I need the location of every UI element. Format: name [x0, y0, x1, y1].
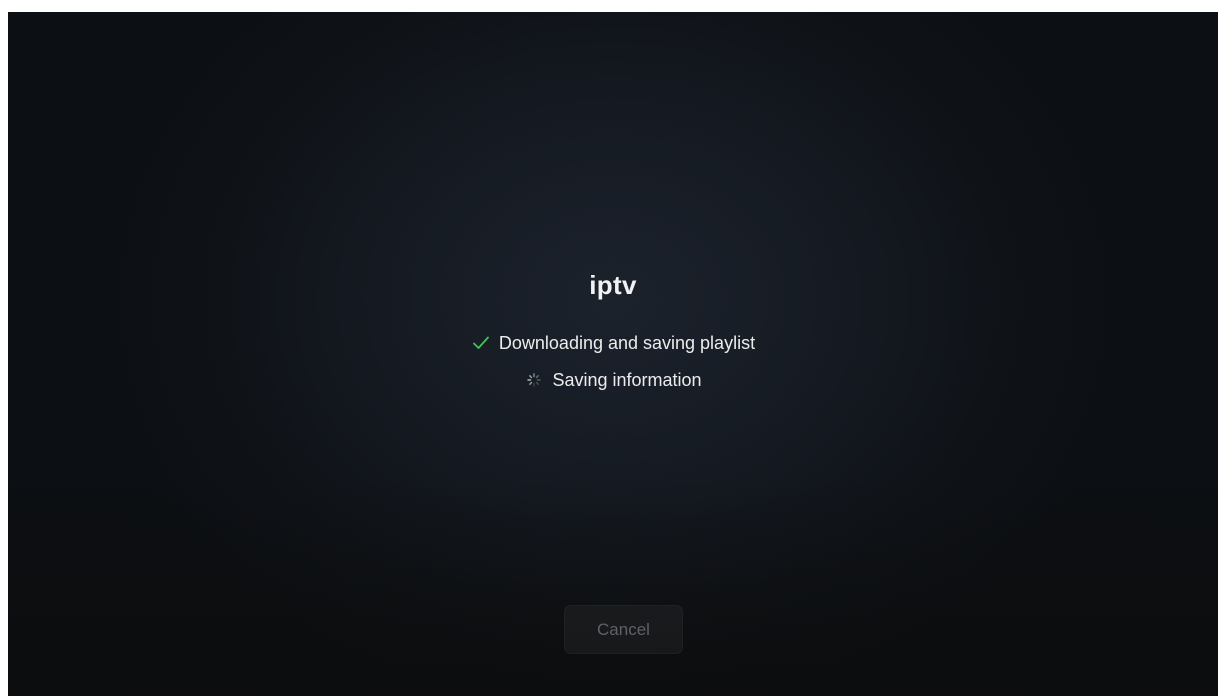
loading-screen: iptv Downloading and saving playlist Sav…	[8, 12, 1218, 696]
check-icon	[471, 333, 491, 353]
step-saving-information: Saving information	[524, 367, 702, 393]
cancel-button[interactable]: Cancel	[564, 605, 683, 654]
step-label: Downloading and saving playlist	[498, 332, 756, 353]
progress-steps: Downloading and saving playlist Saving i…	[8, 330, 1218, 404]
spinner-icon	[524, 370, 544, 390]
step-downloading-playlist: Downloading and saving playlist	[471, 330, 755, 356]
step-label: Saving information	[552, 369, 702, 390]
app-title: iptv	[589, 270, 637, 300]
